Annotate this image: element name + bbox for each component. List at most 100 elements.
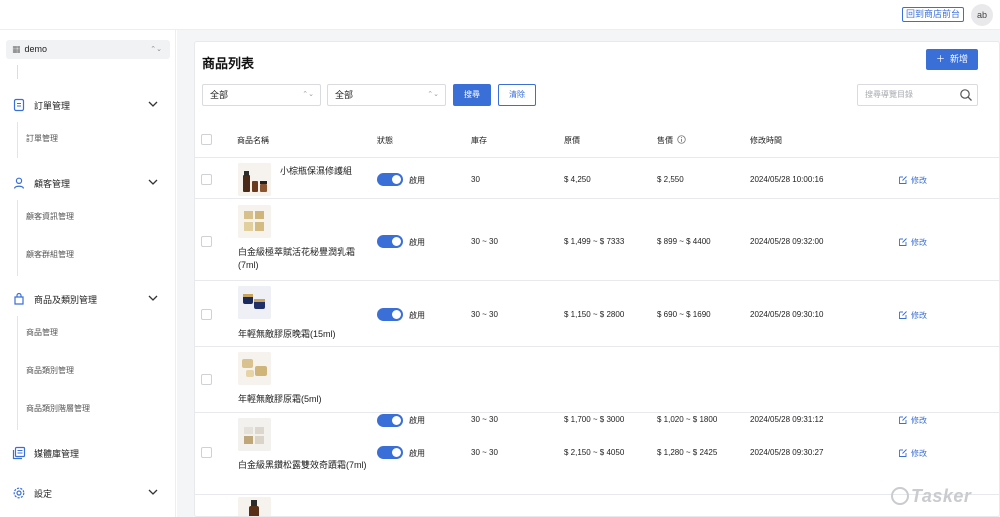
sidebar-item-product-categories[interactable]: 商品類別管理: [26, 365, 74, 376]
edit-button[interactable]: 修改: [898, 310, 927, 321]
page-title: 商品列表: [202, 56, 255, 71]
clear-button[interactable]: 清除: [498, 84, 536, 106]
product-thumbnail[interactable]: [238, 286, 271, 319]
modified-time: 2024/05/28 09:32:00: [750, 237, 824, 246]
document-icon: [13, 98, 25, 112]
sidebar-group-settings-header[interactable]: 設定: [0, 484, 176, 504]
gear-icon: [13, 487, 25, 499]
chevron-down-icon[interactable]: [146, 291, 160, 305]
status-toggle[interactable]: [377, 446, 403, 459]
sidebar-group-label: 設定: [34, 489, 53, 499]
product-image: [238, 205, 271, 238]
column-header-price-label: 售價: [657, 136, 673, 145]
sidebar-group-orders-header[interactable]: 訂單管理: [0, 96, 176, 116]
status-text: 啟用: [409, 311, 425, 320]
original-price: $ 2,150 ~ $ 4050: [564, 448, 625, 457]
edit-button[interactable]: 修改: [898, 448, 927, 459]
edit-icon: [899, 238, 907, 246]
sidebar-group-settings: 設定: [0, 484, 176, 504]
status-toggle[interactable]: [377, 235, 403, 248]
search-input[interactable]: 搜尋導覽目錄: [857, 84, 978, 106]
add-product-button[interactable]: ＋ 新增: [926, 49, 978, 70]
product-thumbnail[interactable]: [238, 352, 271, 385]
divider: [17, 316, 18, 430]
product-name[interactable]: 小棕瓶保濕修護組: [280, 165, 352, 178]
updown-icon: ⌃⌄: [150, 46, 162, 53]
chevron-down-icon[interactable]: [146, 97, 160, 111]
sidebar-group-label: 商品及類別管理: [34, 295, 98, 305]
product-name[interactable]: 年輕無敵膠原晚霜(15ml): [238, 328, 336, 341]
watermark-logo: Tasker: [891, 486, 971, 507]
sidebar-item-customer-groups[interactable]: 顧客群組管理: [26, 249, 74, 260]
tasker-logo-icon: [891, 487, 909, 505]
sidebar-group-label: 訂單管理: [34, 101, 71, 111]
divider: [17, 65, 18, 79]
sidebar-group-label: 媒體庫管理: [34, 449, 80, 459]
plus-icon: ＋: [935, 54, 945, 64]
product-name[interactable]: 白金級黑鑽松露雙效奇蹟霜(7ml): [238, 459, 368, 472]
info-icon[interactable]: [677, 135, 686, 144]
product-thumbnail[interactable]: [238, 205, 271, 238]
product-image: [238, 418, 271, 451]
row-checkbox[interactable]: [201, 374, 212, 385]
store-selector[interactable]: ▦ demo ⌃⌄: [6, 40, 170, 59]
product-thumbnail[interactable]: [238, 418, 271, 451]
original-price: $ 4,250: [564, 175, 591, 184]
sidebar-item-products[interactable]: 商品管理: [26, 327, 58, 338]
edit-label: 修改: [911, 449, 927, 458]
select-all-checkbox[interactable]: [201, 134, 212, 145]
edit-button[interactable]: 修改: [898, 237, 927, 248]
product-name[interactable]: 年輕無敵膠原霜(5ml): [238, 393, 322, 406]
product-image: [238, 286, 271, 319]
table-row: 白金級極萃賦活花秘豐潤乳霜(7ml) 啟用 30 ~ 30 $ 1,499 ~ …: [195, 200, 999, 281]
status-toggle[interactable]: [377, 308, 403, 321]
stock-value: 30 ~ 30: [471, 448, 498, 457]
row-checkbox[interactable]: [201, 174, 212, 185]
watermark-text: Tasker: [911, 486, 972, 506]
sidebar-group-media-header[interactable]: 媒體庫管理: [0, 444, 176, 464]
row-checkbox[interactable]: [201, 447, 212, 458]
media-library-icon: [12, 446, 26, 460]
filter-select-1[interactable]: 全部 ⌃⌄: [202, 84, 321, 106]
sidebar-item-category-hierarchy[interactable]: 商品類別階層管理: [26, 403, 90, 414]
updown-icon: ⌃⌄: [302, 91, 314, 98]
product-thumbnail[interactable]: [238, 163, 271, 196]
filter-select-value: 全部: [335, 90, 354, 100]
edit-label: 修改: [911, 238, 927, 247]
status-text: 啟用: [409, 449, 425, 458]
product-image: [238, 497, 271, 516]
table-row: [195, 496, 999, 516]
modified-time: 2024/05/28 10:00:16: [750, 175, 824, 184]
status-text: 啟用: [409, 238, 425, 247]
original-price: $ 1,499 ~ $ 7333: [564, 237, 625, 246]
sidebar-group-products: 商品及類別管理: [0, 290, 176, 310]
product-image: [238, 163, 271, 196]
status-toggle[interactable]: [377, 173, 403, 186]
table-row: 年輕無敵膠原晚霜(15ml) 啟用 30 ~ 30 $ 1,150 ~ $ 28…: [195, 282, 999, 347]
table-row: 小棕瓶保濕修護組 啟用 30 $ 4,250 $ 2,550 2024/05/2…: [195, 159, 999, 199]
filter-select-2[interactable]: 全部 ⌃⌄: [327, 84, 446, 106]
sale-price: $ 2,550: [657, 175, 684, 184]
store-name: demo: [24, 44, 48, 54]
product-name[interactable]: 白金級極萃賦活花秘豐潤乳霜(7ml): [238, 246, 368, 272]
edit-button[interactable]: 修改: [898, 175, 927, 186]
stock-value: 30: [471, 175, 480, 184]
sidebar-group-products-header[interactable]: 商品及類別管理: [0, 290, 176, 310]
sidebar-group-customers-header[interactable]: 顧客管理: [0, 174, 176, 194]
sidebar-item-customer-info[interactable]: 顧客資訊管理: [26, 211, 74, 222]
table-header: 商品名稱 狀態 庫存 原價 售價 修改時間: [195, 126, 999, 158]
sidebar-item-orders[interactable]: 訂單管理: [26, 133, 58, 144]
row-checkbox[interactable]: [201, 236, 212, 247]
product-thumbnail[interactable]: [238, 497, 271, 516]
row-checkbox[interactable]: [201, 309, 212, 320]
edit-label: 修改: [911, 311, 927, 320]
chevron-down-icon[interactable]: [146, 485, 160, 499]
filter-select-value: 全部: [210, 90, 229, 100]
back-to-storefront-button[interactable]: 回到商店前台: [902, 7, 965, 22]
divider: [17, 122, 18, 158]
search-icon[interactable]: [959, 88, 973, 102]
avatar[interactable]: ab: [971, 4, 993, 26]
original-price: $ 1,150 ~ $ 2800: [564, 310, 625, 319]
search-button[interactable]: 搜尋: [453, 84, 491, 106]
chevron-down-icon[interactable]: [146, 175, 160, 189]
